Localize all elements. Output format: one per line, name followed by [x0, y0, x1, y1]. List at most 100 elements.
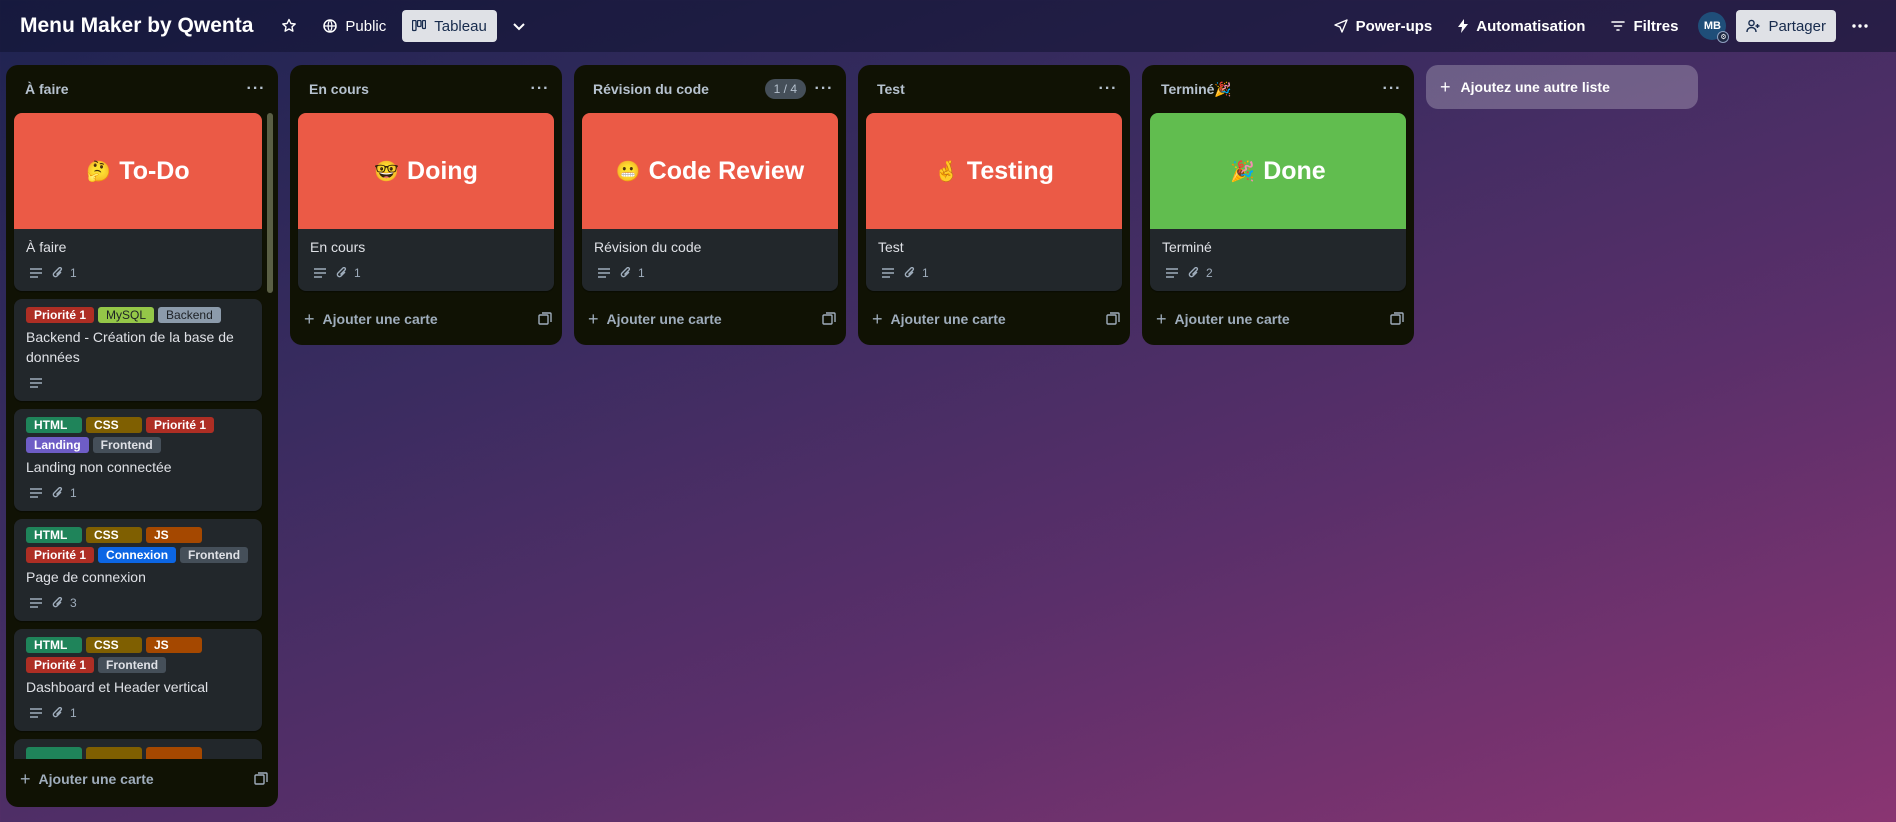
attachment-count: 2 [1206, 266, 1213, 280]
card-cover[interactable]: 🤓 Doing En cours 1 [298, 113, 554, 291]
star-icon[interactable] [273, 10, 305, 42]
template-icon[interactable] [254, 772, 268, 786]
view-switcher-board[interactable]: Tableau [402, 10, 497, 42]
view-label: Tableau [434, 17, 487, 35]
card-count-badge: 1 / 4 [764, 79, 806, 99]
card-title: En cours [310, 239, 366, 255]
description-icon [30, 488, 42, 498]
crossed-fingers-icon: 🤞 [934, 160, 959, 183]
rocket-icon [1333, 19, 1348, 33]
label-js [146, 747, 202, 759]
template-icon[interactable] [822, 312, 836, 326]
label-css: CSS [86, 527, 142, 543]
list-title[interactable]: Test [877, 81, 1096, 97]
add-card-button[interactable]: + Ajouter une carte [574, 299, 846, 339]
list-menu-icon[interactable]: ··· [1380, 77, 1404, 101]
share-button[interactable]: Partager [1736, 10, 1836, 42]
attachment-badge: 1 [336, 266, 361, 280]
paperclip-icon [52, 707, 63, 718]
paperclip-icon [1188, 267, 1199, 278]
card-cover-image: 🤓 Doing [298, 113, 554, 229]
card[interactable]: Priorité 1 MySQL Backend Backend - Créat… [14, 299, 262, 401]
label-html: HTML [26, 527, 82, 543]
label-html [26, 747, 82, 759]
card-cover[interactable]: 😬 Code Review Révision du code 1 [582, 113, 838, 291]
board-title[interactable]: Menu Maker by Qwenta [20, 14, 253, 38]
description-icon [30, 268, 42, 278]
board-view-icon [412, 20, 427, 32]
globe-icon [323, 19, 338, 33]
cover-text: Doing [407, 156, 478, 185]
add-list-button[interactable]: + Ajoutez une autre liste [1426, 65, 1698, 109]
avatar[interactable]: MB ⚙ [1698, 12, 1730, 43]
cover-text: Code Review [648, 156, 805, 185]
add-card-label: Ajouter une carte [38, 771, 154, 787]
card-cover[interactable]: 🤔 To-Do À faire 1 [14, 113, 262, 291]
label-priority: Priorité 1 [26, 307, 95, 323]
attachment-count: 1 [354, 266, 361, 280]
plus-icon: + [20, 768, 31, 789]
attachment-count: 1 [70, 706, 77, 720]
description-icon [30, 378, 42, 388]
filters-label: Filtres [1633, 17, 1679, 35]
card-cover[interactable]: 🤞 Testing Test 1 [866, 113, 1122, 291]
list-title[interactable]: Révision du code [593, 81, 765, 97]
powerups-button[interactable]: Power-ups [1324, 10, 1443, 42]
paperclip-icon [620, 267, 631, 278]
card[interactable] [14, 739, 262, 759]
avatar-initials: MB [1703, 20, 1721, 32]
add-card-button[interactable]: + Ajouter une carte [1142, 299, 1414, 339]
description-icon [1166, 268, 1178, 278]
paperclip-icon [52, 267, 63, 278]
list-code-review: Révision du code 1 / 4 ··· 😬 Code Review… [574, 65, 846, 345]
add-card-button[interactable]: + Ajouter une carte [290, 299, 562, 339]
cover-text: To-Do [119, 156, 190, 185]
add-card-label: Ajouter une carte [890, 311, 1006, 327]
visibility-button[interactable]: Public [313, 10, 396, 42]
attachment-count: 1 [70, 486, 77, 500]
list-menu-icon[interactable]: ··· [528, 77, 552, 101]
cover-text: Done [1263, 156, 1326, 185]
add-person-icon [1746, 19, 1760, 33]
attachment-badge: 3 [52, 596, 77, 610]
add-card-label: Ajouter une carte [322, 311, 438, 327]
paperclip-icon [904, 267, 915, 278]
description-icon [598, 268, 610, 278]
card[interactable]: HTML CSS Priorité 1 Landing Frontend Lan… [14, 409, 262, 511]
label-priority: Priorité 1 [26, 547, 95, 563]
label-backend: Backend [158, 307, 221, 323]
template-icon[interactable] [538, 312, 552, 326]
card-cover-image: 🤞 Testing [866, 113, 1122, 229]
label-js: JS [146, 637, 202, 653]
list-menu-icon[interactable]: ··· [812, 77, 836, 101]
list-title[interactable]: Terminé🎉 [1161, 81, 1380, 98]
filters-button[interactable]: Filtres [1601, 10, 1688, 42]
attachment-count: 1 [638, 266, 645, 280]
label-priority: Priorité 1 [26, 657, 95, 673]
card[interactable]: HTML CSS JS Priorité 1 Connexion Fronten… [14, 519, 262, 621]
card-cover-image: 🤔 To-Do [14, 113, 262, 229]
description-icon [314, 268, 326, 278]
admin-badge-icon: ⚙ [1717, 31, 1730, 43]
list-title[interactable]: En cours [309, 81, 528, 97]
automation-button[interactable]: Automatisation [1448, 10, 1595, 42]
label-frontend: Frontend [180, 547, 249, 563]
list-title[interactable]: À faire [25, 81, 244, 97]
plus-icon: + [588, 308, 599, 329]
template-icon[interactable] [1106, 312, 1120, 326]
chevron-down-icon[interactable] [503, 10, 535, 42]
add-card-button[interactable]: + Ajouter une carte [858, 299, 1130, 339]
automation-label: Automatisation [1476, 17, 1586, 35]
scrollbar[interactable] [267, 113, 273, 822]
attachment-badge: 1 [620, 266, 645, 280]
card[interactable]: HTML CSS JS Priorité 1 Frontend Dashboar… [14, 629, 262, 731]
list-menu-icon[interactable]: ··· [244, 77, 268, 101]
plus-icon: + [1156, 308, 1167, 329]
add-card-button[interactable]: + Ajouter une carte [6, 759, 278, 799]
card-title: Terminé [1162, 239, 1212, 255]
list-menu-icon[interactable]: ··· [1096, 77, 1120, 101]
description-icon [30, 708, 42, 718]
template-icon[interactable] [1390, 312, 1404, 326]
card-cover[interactable]: 🎉 Done Terminé 2 [1150, 113, 1406, 291]
more-options-icon[interactable] [1844, 10, 1876, 42]
